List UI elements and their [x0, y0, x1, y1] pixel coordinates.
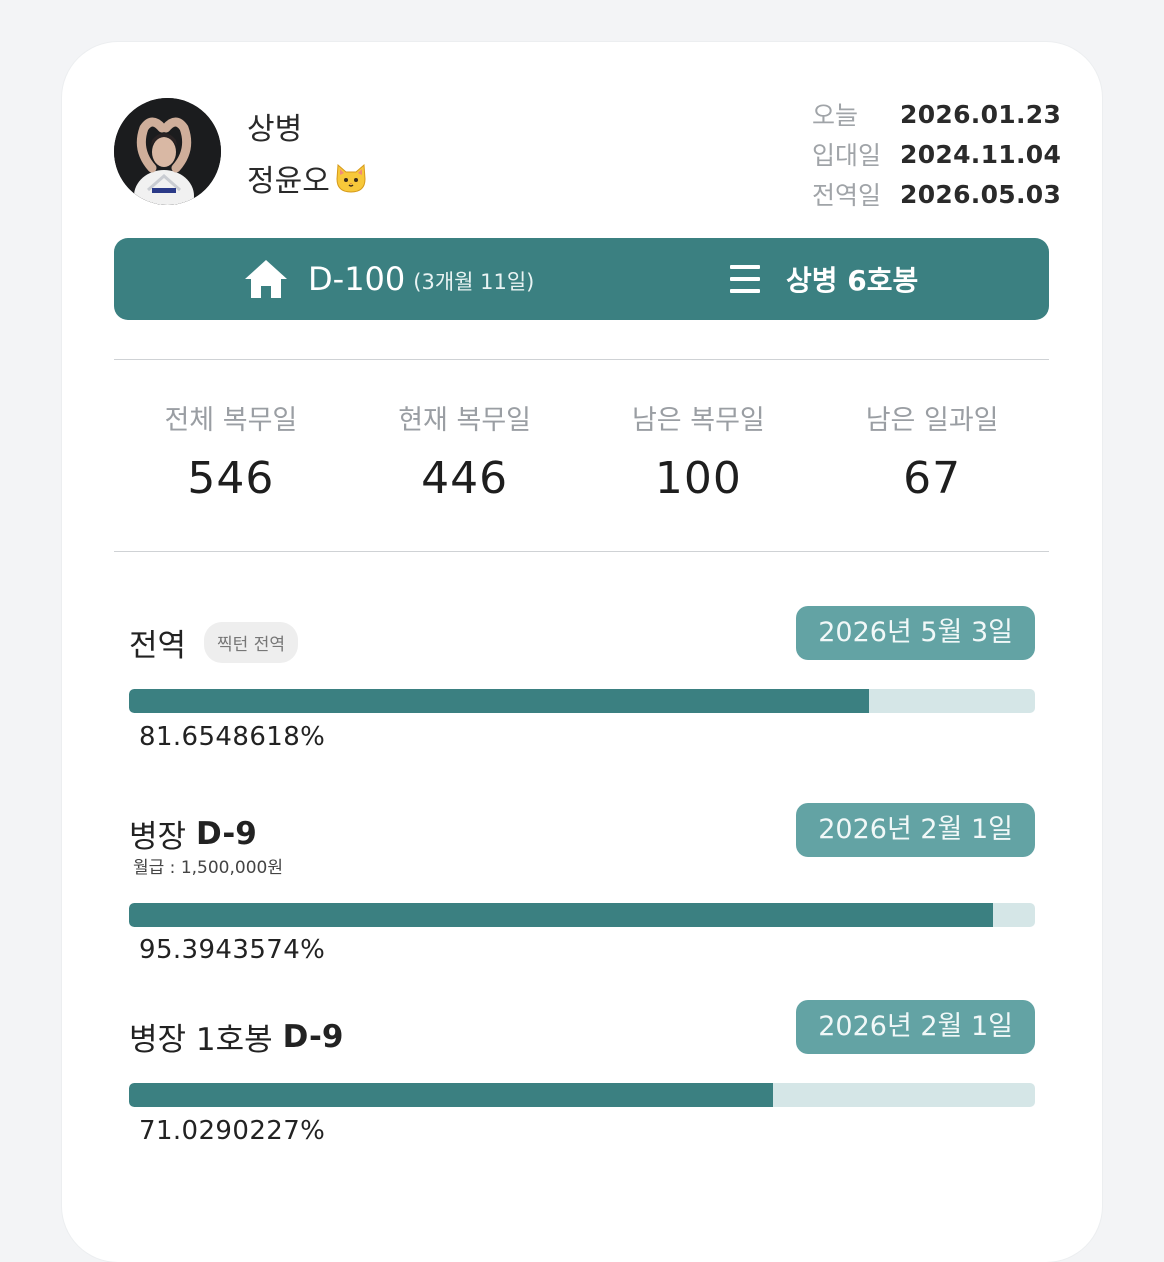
stat-label: 남은 일과일 — [865, 405, 999, 436]
progress-bar-fill — [129, 903, 994, 927]
name-text: 정윤오 — [247, 164, 330, 199]
progress-bar — [129, 903, 1035, 927]
progress-bar — [129, 1083, 1035, 1107]
stat-remaining-days: 남은 복무일 100 — [582, 398, 816, 504]
stat-value: 446 — [421, 453, 509, 504]
section-title-text: 전역 — [129, 628, 187, 664]
target-date-pill[interactable]: 2026년 2월 1일 — [796, 803, 1035, 857]
progress-percent: 81.6548618% — [139, 722, 326, 752]
target-date-pill[interactable]: 2026년 5월 3일 — [796, 606, 1035, 660]
soldier-name: 정윤오 — [247, 156, 368, 200]
section-title: 전역 찍턴 전역 — [129, 620, 299, 665]
date-row-today: 오늘 2026.01.23 — [812, 94, 1061, 134]
avatar[interactable] — [114, 98, 221, 205]
stat-label: 전체 복무일 — [164, 405, 298, 436]
date-value: 2024.11.04 — [900, 139, 1062, 169]
salary-note: 월급 : 1,500,000원 — [133, 858, 283, 878]
date-label: 입대일 — [812, 141, 882, 170]
dday-card: 상병 정윤오 오늘 2026.01.23 입대일 2024.11.04 전역일 — [62, 42, 1102, 1262]
pay-grade: 상병 6호봉 — [786, 264, 919, 297]
dday-group: D-100 (3개월 11일) — [242, 238, 534, 320]
home-icon — [245, 260, 287, 298]
section-dday: D-9 — [282, 1018, 344, 1055]
service-dates: 오늘 2026.01.23 입대일 2024.11.04 전역일 2026.05… — [812, 94, 1061, 214]
section-title-text: 병장 1호봉 — [129, 1022, 273, 1058]
date-value: 2026.05.03 — [900, 179, 1062, 209]
date-label: 오늘 — [812, 101, 859, 130]
stat-value: 67 — [903, 453, 962, 504]
dday-count: D-100 — [308, 260, 406, 298]
stat-remaining-workdays: 남은 일과일 67 — [815, 398, 1049, 504]
service-stats: 전체 복무일 546 현재 복무일 446 남은 복무일 100 남은 일과일 … — [114, 398, 1049, 504]
cat-face-icon — [334, 162, 368, 194]
section-dday: D-9 — [196, 815, 257, 852]
section-title-text: 병장 — [129, 819, 187, 855]
progress-percent: 71.0290227% — [139, 1116, 326, 1146]
date-label: 전역일 — [812, 181, 882, 210]
section-title: 병장 1호봉 D-9 — [129, 1014, 343, 1059]
dday-detail: (3개월 11일) — [413, 270, 535, 294]
rank-label: 상병 — [247, 112, 303, 147]
menu-icon[interactable] — [728, 262, 762, 296]
stat-value: 100 — [654, 453, 742, 504]
progress-bar-fill — [129, 689, 869, 713]
stat-label: 현재 복무일 — [398, 405, 532, 436]
pay-grade-group[interactable]: 상병 6호봉 — [728, 238, 918, 320]
section-title: 병장 D-9 — [129, 811, 257, 856]
discharge-type-chip[interactable]: 찍턴 전역 — [204, 622, 299, 663]
avatar-photo — [114, 98, 221, 205]
stat-label: 남은 복무일 — [631, 405, 765, 436]
stat-total-days: 전체 복무일 546 — [114, 398, 348, 504]
target-date-pill[interactable]: 2026년 2월 1일 — [796, 1000, 1035, 1054]
progress-bar-fill — [129, 1083, 773, 1107]
divider — [114, 551, 1049, 552]
progress-percent: 95.3943574% — [139, 935, 326, 965]
date-value: 2026.01.23 — [900, 99, 1062, 129]
stat-current-days: 현재 복무일 446 — [348, 398, 582, 504]
dday-banner[interactable]: D-100 (3개월 11일) 상병 6호봉 — [114, 238, 1049, 320]
stat-value: 546 — [187, 453, 275, 504]
date-row-enlistment: 입대일 2024.11.04 — [812, 134, 1061, 174]
date-row-discharge: 전역일 2026.05.03 — [812, 174, 1061, 214]
progress-bar — [129, 689, 1035, 713]
divider — [114, 359, 1049, 360]
